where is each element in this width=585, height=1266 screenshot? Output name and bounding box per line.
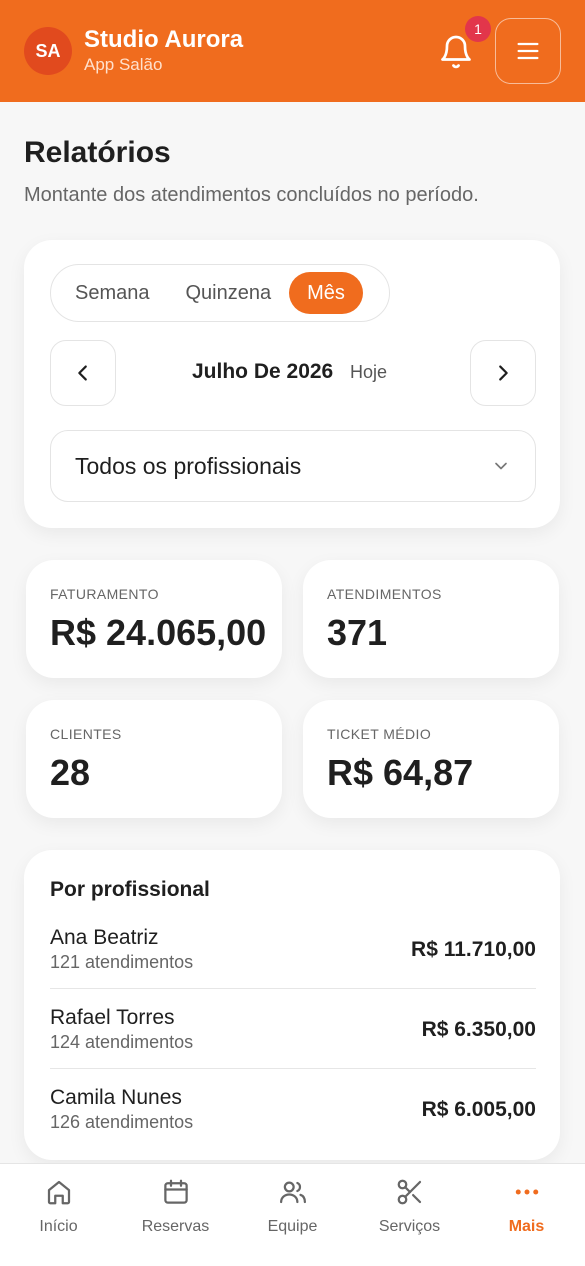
segment-month[interactable]: Mês: [289, 272, 363, 314]
bottom-navigation: Início Reservas Equipe Serviços Mais: [0, 1163, 585, 1266]
tab-label: Início: [39, 1218, 78, 1235]
section-title: Por profissional: [50, 878, 210, 901]
tab-team[interactable]: Equipe: [234, 1164, 351, 1266]
today-link[interactable]: Hoje: [350, 362, 387, 383]
tab-label: Serviços: [378, 1218, 441, 1235]
stat-value: R$ 24.065,00: [50, 612, 267, 653]
period-segmented-control: Semana Quinzena Mês: [50, 264, 390, 322]
stat-label: FATURAMENTO: [50, 586, 159, 602]
app-title: Studio Aurora: [84, 26, 244, 53]
tab-label: Equipe: [267, 1218, 318, 1235]
page-subtitle: Montante dos atendimentos concluídos no …: [24, 184, 479, 206]
tab-more[interactable]: Mais: [468, 1164, 585, 1266]
chevron-down-icon: [495, 462, 507, 470]
professional-select-value: Todos os profissionais: [75, 452, 302, 479]
tab-bookings[interactable]: Reservas: [117, 1164, 234, 1266]
professional-name: Rafael Torres: [50, 1006, 175, 1029]
period-label: Julho De 2026: [192, 360, 334, 383]
home-icon: [43, 1176, 75, 1208]
chevron-right-icon: [499, 365, 508, 381]
previous-period-button[interactable]: [50, 340, 116, 406]
more-icon: [511, 1176, 543, 1208]
divider: [50, 1068, 536, 1069]
menu-button[interactable]: [495, 18, 561, 84]
tab-label: Mais: [508, 1218, 545, 1235]
professional-amount: R$ 6.350,00: [421, 1018, 536, 1041]
list-item[interactable]: Rafael Torres 124 atendimentos R$ 6.350,…: [50, 1006, 536, 1086]
stat-value: 371: [327, 612, 388, 653]
appointment-count: 124 atendimentos: [50, 1032, 194, 1052]
appointment-count: 126 atendimentos: [50, 1112, 194, 1132]
stat-label: CLIENTES: [50, 726, 122, 742]
page-title: Relatórios: [24, 136, 171, 169]
stat-label: ATENDIMENTOS: [327, 586, 442, 602]
scissors-icon: [394, 1176, 426, 1208]
appointment-count: 121 atendimentos: [50, 952, 194, 972]
notification-badge: 1: [465, 16, 491, 42]
stat-card-average-ticket: TICKET MÉDIO R$ 64,87: [303, 700, 559, 818]
stat-value: R$ 64,87: [327, 752, 474, 793]
tab-services[interactable]: Serviços: [351, 1164, 468, 1266]
divider: [50, 988, 536, 989]
brand: Studio Aurora App Salão: [84, 26, 243, 76]
professional-select[interactable]: Todos os profissionais: [50, 430, 536, 502]
by-professional-card: Por profissional Ana Beatriz 121 atendim…: [24, 850, 560, 1160]
stat-card-revenue: FATURAMENTO R$ 24.065,00: [26, 560, 282, 678]
hamburger-icon: [517, 42, 539, 60]
users-icon: [277, 1176, 309, 1208]
professional-amount: R$ 11.710,00: [411, 938, 536, 961]
tab-home[interactable]: Início: [0, 1164, 117, 1266]
chevron-left-icon: [78, 365, 87, 381]
professional-amount: R$ 6.005,00: [421, 1098, 536, 1121]
filter-card: Semana Quinzena Mês Julho De 2026 Hoje T…: [24, 240, 560, 528]
stat-label: TICKET MÉDIO: [327, 726, 432, 742]
professional-name: Ana Beatriz: [50, 926, 159, 949]
tab-label: Reservas: [141, 1218, 210, 1235]
stat-card-appointments: ATENDIMENTOS 371: [303, 560, 559, 678]
list-item[interactable]: Ana Beatriz 121 atendimentos R$ 11.710,0…: [50, 926, 536, 1006]
list-item[interactable]: Camila Nunes 126 atendimentos R$ 6.005,0…: [50, 1086, 536, 1166]
app-subtitle: App Salão: [84, 55, 163, 74]
notification-bell-icon[interactable]: [438, 34, 474, 70]
segment-fortnight[interactable]: Quinzena: [168, 272, 290, 314]
next-period-button[interactable]: [470, 340, 536, 406]
app-header: SA Studio Aurora App Salão 1: [0, 0, 585, 102]
stat-card-clients: CLIENTES 28: [26, 700, 282, 818]
calendar-icon: [160, 1176, 192, 1208]
avatar[interactable]: SA: [24, 27, 72, 75]
stat-value: 28: [50, 752, 91, 793]
segment-week[interactable]: Semana: [57, 272, 168, 314]
professional-name: Camila Nunes: [50, 1086, 182, 1109]
